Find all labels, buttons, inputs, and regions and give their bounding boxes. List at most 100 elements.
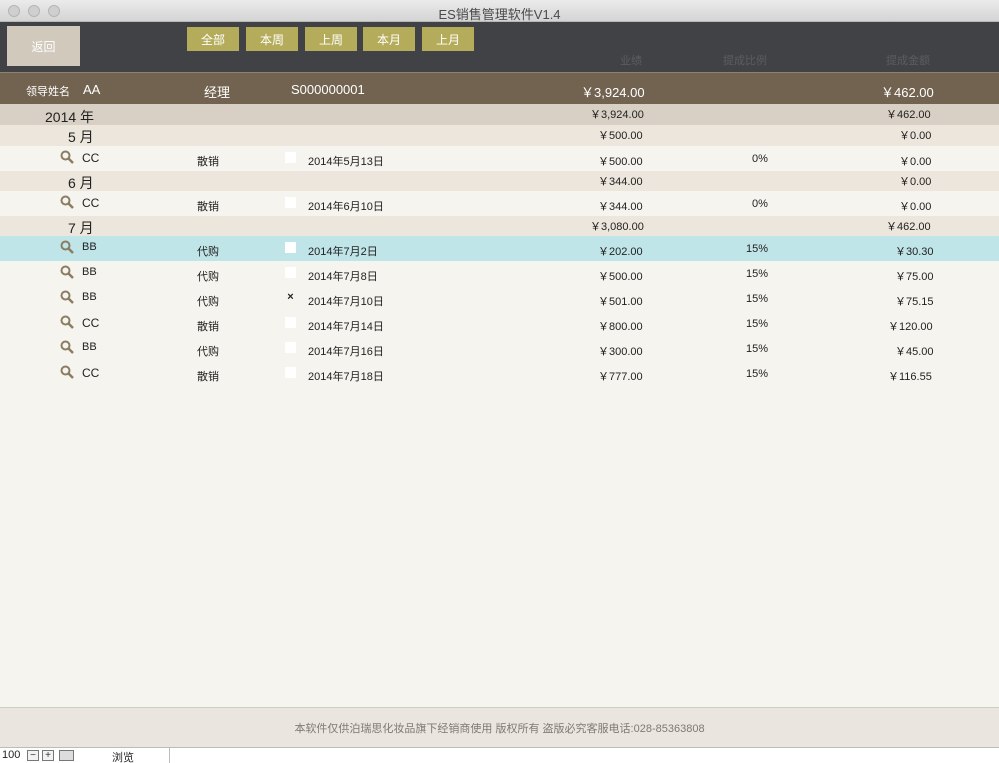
row-rate: 0%	[752, 153, 768, 165]
row-checkbox[interactable]	[285, 152, 296, 163]
row-commission: ￥75.15	[895, 296, 934, 308]
toolbar: 返回 全部 本周 上周 本月 上月 业绩 提成比例 提成金额	[0, 22, 999, 72]
row-checkbox[interactable]	[285, 342, 296, 353]
row-amount: ￥344.00	[598, 201, 643, 213]
row-commission: ￥0.00	[899, 156, 932, 168]
row-checkbox[interactable]	[285, 267, 296, 278]
row-type: 代购	[197, 296, 219, 308]
year-commission: ￥462.00	[886, 109, 931, 121]
table-row[interactable]: BB 代购 × 2014年7月10日 ￥501.00 15% ￥75.15	[0, 286, 999, 311]
magnifier-icon[interactable]	[60, 365, 74, 379]
row-commission: ￥0.00	[899, 201, 932, 213]
row-type: 散销	[197, 321, 219, 333]
table-row[interactable]: CC 散销 2014年5月13日 ￥500.00 0% ￥0.00	[0, 146, 999, 171]
row-type: 散销	[197, 371, 219, 383]
row-checkbox[interactable]: ×	[285, 292, 296, 303]
year-group-row: 2014 年 ￥3,924.00 ￥462.00	[0, 104, 999, 125]
zoom-in-icon[interactable]: +	[42, 750, 54, 761]
leader-name-label: 领导姓名	[26, 86, 70, 98]
month-commission: ￥0.00	[899, 130, 932, 142]
row-name: CC	[82, 196, 100, 210]
row-rate: 15%	[746, 368, 769, 380]
table-row[interactable]: BB 代购 2014年7月2日 ￥202.00 15% ￥30.30	[0, 236, 999, 261]
row-type: 代购	[197, 346, 219, 358]
table-row[interactable]: BB 代购 2014年7月16日 ￥300.00 15% ￥45.00	[0, 336, 999, 361]
row-checkbox[interactable]	[285, 242, 296, 253]
row-date: 2014年5月13日	[308, 156, 384, 168]
row-rate: 0%	[752, 198, 768, 210]
filter-this-month-button[interactable]: 本月	[363, 27, 415, 51]
row-amount: ￥777.00	[598, 371, 643, 383]
row-date: 2014年7月16日	[308, 346, 384, 358]
row-checkbox[interactable]	[285, 197, 296, 208]
row-date: 2014年7月2日	[308, 246, 378, 258]
magnifier-icon[interactable]	[60, 195, 74, 209]
row-checkbox[interactable]	[285, 317, 296, 328]
row-name: CC	[82, 151, 100, 165]
status-bar: 100 − + 浏览	[0, 747, 999, 763]
year-label: 2014 年	[45, 109, 95, 125]
row-date: 2014年7月18日	[308, 371, 384, 383]
magnifier-icon[interactable]	[60, 150, 74, 164]
leader-role: 经理	[204, 85, 231, 100]
magnifier-icon[interactable]	[60, 240, 74, 254]
leader-summary-row: 领导姓名 AA 经理 S000000001 ￥3,924.00 ￥462.00	[0, 72, 999, 104]
month-performance: ￥500.00	[598, 130, 643, 142]
table-row[interactable]: CC 散销 2014年7月18日 ￥777.00 15% ￥116.55	[0, 361, 999, 386]
zoom-level[interactable]: 100	[2, 749, 20, 761]
filter-this-week-button[interactable]: 本周	[246, 27, 298, 51]
back-button[interactable]: 返回	[7, 26, 80, 66]
row-name: CC	[82, 316, 100, 330]
row-amount: ￥500.00	[598, 156, 643, 168]
row-type: 散销	[197, 201, 219, 213]
month-label: 5 月	[68, 129, 94, 145]
commission-rate-column-header: 提成比例	[723, 55, 767, 67]
toggle-statusbar-icon[interactable]	[59, 750, 74, 761]
filter-all-button[interactable]: 全部	[187, 27, 239, 51]
filter-last-week-button[interactable]: 上周	[305, 27, 357, 51]
row-checkbox[interactable]	[285, 367, 296, 378]
table-row[interactable]: CC 散销 2014年6月10日 ￥344.00 0% ￥0.00	[0, 191, 999, 216]
magnifier-icon[interactable]	[60, 340, 74, 354]
row-amount: ￥202.00	[598, 246, 643, 258]
status-divider	[169, 748, 170, 763]
row-date: 2014年7月14日	[308, 321, 384, 333]
month-group-row: 6 月 ￥344.00 ￥0.00	[0, 171, 999, 192]
month-commission: ￥0.00	[899, 176, 932, 188]
zoom-out-icon[interactable]: −	[27, 750, 39, 761]
row-name: BB	[82, 341, 97, 353]
month-group-row: 5 月 ￥500.00 ￥0.00	[0, 125, 999, 146]
month-group-row: 7 月 ￥3,080.00 ￥462.00	[0, 216, 999, 237]
row-date: 2014年7月8日	[308, 271, 378, 283]
row-commission: ￥120.00	[888, 321, 933, 333]
window-titlebar: ES销售管理软件V1.4	[0, 0, 999, 22]
leader-code: S000000001	[291, 82, 365, 97]
row-name: BB	[82, 266, 97, 278]
year-performance: ￥3,924.00	[590, 109, 644, 121]
magnifier-icon[interactable]	[60, 290, 74, 304]
row-amount: ￥800.00	[598, 321, 643, 333]
row-type: 散销	[197, 156, 219, 168]
row-rate: 15%	[746, 243, 769, 255]
row-name: CC	[82, 366, 100, 380]
row-commission: ￥116.55	[888, 371, 932, 383]
row-rate: 15%	[746, 293, 769, 305]
month-label: 6 月	[68, 175, 94, 191]
leader-performance: ￥3,924.00	[581, 85, 645, 100]
row-type: 代购	[197, 271, 219, 283]
leader-commission: ￥462.00	[881, 85, 934, 100]
table-row[interactable]: CC 散销 2014年7月14日 ￥800.00 15% ￥120.00	[0, 311, 999, 336]
row-commission: ￥75.00	[895, 271, 934, 283]
copyright-footer: 本软件仅供泊瑞思化妆品旗下经销商使用 版权所有 盗版必究客服电话:028-853…	[0, 707, 999, 747]
view-mode[interactable]: 浏览	[112, 749, 134, 763]
row-amount: ￥501.00	[598, 296, 643, 308]
row-name: BB	[82, 241, 97, 253]
magnifier-icon[interactable]	[60, 265, 74, 279]
magnifier-icon[interactable]	[60, 315, 74, 329]
row-rate: 15%	[746, 318, 769, 330]
filter-last-month-button[interactable]: 上月	[422, 27, 474, 51]
row-name: BB	[82, 291, 97, 303]
month-label: 7 月	[68, 220, 94, 236]
table-row[interactable]: BB 代购 2014年7月8日 ￥500.00 15% ￥75.00	[0, 261, 999, 286]
row-date: 2014年7月10日	[308, 296, 384, 308]
